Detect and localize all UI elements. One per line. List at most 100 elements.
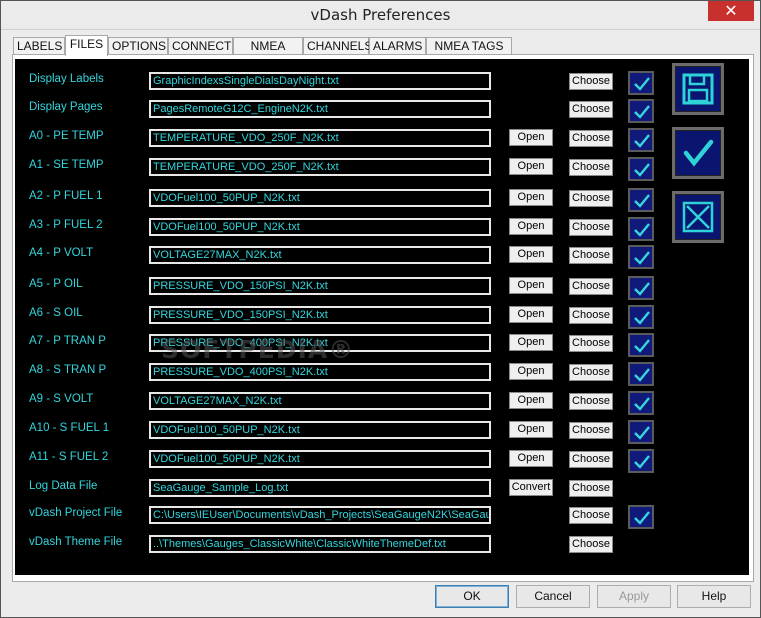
enabled-checkbox[interactable] xyxy=(628,449,654,473)
open-button[interactable]: Open xyxy=(509,334,553,351)
file-path-field[interactable]: PRESSURE_VDO_150PSI_N2K.txt xyxy=(149,277,491,295)
choose-button[interactable]: Choose xyxy=(569,507,613,524)
checkmark-icon xyxy=(634,163,650,177)
checkmark-icon xyxy=(634,311,650,325)
open-button[interactable]: Open xyxy=(509,450,553,467)
enabled-checkbox[interactable] xyxy=(628,305,654,329)
file-path-field[interactable]: VDOFuel100_50PUP_N2K.txt xyxy=(149,218,491,236)
file-row-label: A3 - P FUEL 2 xyxy=(29,219,103,231)
enabled-checkbox[interactable] xyxy=(628,505,654,529)
enabled-checkbox[interactable] xyxy=(628,99,654,123)
file-row-label: Display Labels xyxy=(29,73,104,85)
enabled-checkbox[interactable] xyxy=(628,362,654,386)
open-button[interactable]: Open xyxy=(509,189,553,206)
tab-connect[interactable]: CONNECT xyxy=(168,37,233,54)
save-button[interactable] xyxy=(672,63,724,115)
file-path-field[interactable]: VOLTAGE27MAX_N2K.txt xyxy=(149,392,491,410)
file-path-field[interactable]: TEMPERATURE_VDO_250F_N2K.txt xyxy=(149,158,491,176)
choose-button[interactable]: Choose xyxy=(569,480,613,497)
enabled-checkbox[interactable] xyxy=(628,71,654,95)
choose-button[interactable]: Choose xyxy=(569,73,613,90)
choose-button[interactable]: Choose xyxy=(569,130,613,147)
file-row-label: A9 - S VOLT xyxy=(29,393,94,405)
open-button[interactable]: Open xyxy=(509,306,553,323)
open-button[interactable]: Open xyxy=(509,218,553,235)
cancel-button[interactable]: Cancel xyxy=(516,585,590,608)
tab-options[interactable]: OPTIONS xyxy=(108,37,168,54)
tab-alarms[interactable]: ALARMS xyxy=(369,37,426,54)
apply-button[interactable]: Apply xyxy=(597,585,671,608)
file-path-field[interactable]: C:\Users\IEUser\Documents\vDash_Projects… xyxy=(149,506,491,524)
file-path-field[interactable]: VOLTAGE27MAX_N2K.txt xyxy=(149,246,491,264)
file-path-field[interactable]: VDOFuel100_50PUP_N2K.txt xyxy=(149,189,491,207)
open-button[interactable]: Open xyxy=(509,363,553,380)
choose-button[interactable]: Choose xyxy=(569,451,613,468)
file-row-label: A4 - P VOLT xyxy=(29,247,94,259)
help-button[interactable]: Help xyxy=(677,585,751,608)
checkmark-icon xyxy=(634,251,650,265)
file-row-label: A10 - S FUEL 1 xyxy=(29,422,110,434)
file-row-label: A0 - PE TEMP xyxy=(29,130,104,142)
choose-button[interactable]: Choose xyxy=(569,219,613,236)
enabled-checkbox[interactable] xyxy=(628,333,654,357)
enabled-checkbox[interactable] xyxy=(628,217,654,241)
file-row-label: A11 - S FUEL 2 xyxy=(29,451,109,463)
enabled-checkbox[interactable] xyxy=(628,245,654,269)
file-row-label: vDash Theme File xyxy=(29,536,123,548)
choose-button[interactable]: Choose xyxy=(569,247,613,264)
checkmark-icon xyxy=(634,282,650,296)
file-path-field[interactable]: VDOFuel100_50PUP_N2K.txt xyxy=(149,421,491,439)
tab-labels[interactable]: LABELS xyxy=(13,37,65,54)
choose-button[interactable]: Choose xyxy=(569,101,613,118)
choose-button[interactable]: Choose xyxy=(569,422,613,439)
cancel-panel-button[interactable] xyxy=(672,191,724,243)
file-path-field[interactable]: GraphicIndexsSingleDialsDayNight.txt xyxy=(149,72,491,90)
file-path-field[interactable]: PRESSURE_VDO_150PSI_N2K.txt xyxy=(149,306,491,324)
checkmark-icon xyxy=(634,397,650,411)
window-title: vDash Preferences xyxy=(310,6,451,24)
ok-button[interactable]: OK xyxy=(435,585,509,608)
choose-button[interactable]: Choose xyxy=(569,536,613,553)
file-path-field[interactable]: PagesRemoteG12C_EngineN2K.txt xyxy=(149,100,491,118)
checkmark-icon xyxy=(634,426,650,440)
file-row-label: Display Pages xyxy=(29,101,103,113)
open-button[interactable]: Open xyxy=(509,246,553,263)
checkmark-icon xyxy=(634,223,650,237)
choose-button[interactable]: Choose xyxy=(569,307,613,324)
tab-nmea-tags[interactable]: NMEA TAGS xyxy=(426,37,512,54)
file-path-field[interactable]: PRESSURE_VDO_400PSI_N2K.txt xyxy=(149,363,491,381)
choose-button[interactable]: Choose xyxy=(569,393,613,410)
tab-nmea-2000[interactable]: NMEA 2000 xyxy=(233,37,303,70)
checkmark-icon xyxy=(634,339,650,353)
enabled-checkbox[interactable] xyxy=(628,276,654,300)
file-path-field[interactable]: TEMPERATURE_VDO_250F_N2K.txt xyxy=(149,129,491,147)
file-row-label: A6 - S OIL xyxy=(29,307,83,319)
file-path-field[interactable]: VDOFuel100_50PUP_N2K.txt xyxy=(149,450,491,468)
choose-button[interactable]: Choose xyxy=(569,335,613,352)
open-button[interactable]: Open xyxy=(509,158,553,175)
tab-files[interactable]: FILES xyxy=(65,35,108,56)
close-button[interactable]: ✕ xyxy=(708,1,754,21)
enabled-checkbox[interactable] xyxy=(628,391,654,415)
enabled-checkbox[interactable] xyxy=(628,188,654,212)
confirm-button[interactable] xyxy=(672,127,724,179)
open-button[interactable]: Open xyxy=(509,277,553,294)
enabled-checkbox[interactable] xyxy=(628,157,654,181)
convert-button[interactable]: Convert xyxy=(509,479,553,496)
choose-button[interactable]: Choose xyxy=(569,278,613,295)
choose-button[interactable]: Choose xyxy=(569,159,613,176)
checkmark-icon xyxy=(634,105,650,119)
file-path-field[interactable]: SeaGauge_Sample_Log.txt xyxy=(149,479,491,497)
open-button[interactable]: Open xyxy=(509,392,553,409)
file-row-label: A1 - SE TEMP xyxy=(29,159,104,171)
file-path-field[interactable]: ..\Themes\Gauges_ClassicWhite\ClassicWhi… xyxy=(149,535,491,553)
choose-button[interactable]: Choose xyxy=(569,190,613,207)
file-row-label: vDash Project File xyxy=(29,507,123,519)
enabled-checkbox[interactable] xyxy=(628,128,654,152)
open-button[interactable]: Open xyxy=(509,421,553,438)
open-button[interactable]: Open xyxy=(509,129,553,146)
enabled-checkbox[interactable] xyxy=(628,420,654,444)
tab-channels[interactable]: CHANNELS xyxy=(303,37,372,54)
checkmark-icon xyxy=(634,368,650,382)
choose-button[interactable]: Choose xyxy=(569,364,613,381)
